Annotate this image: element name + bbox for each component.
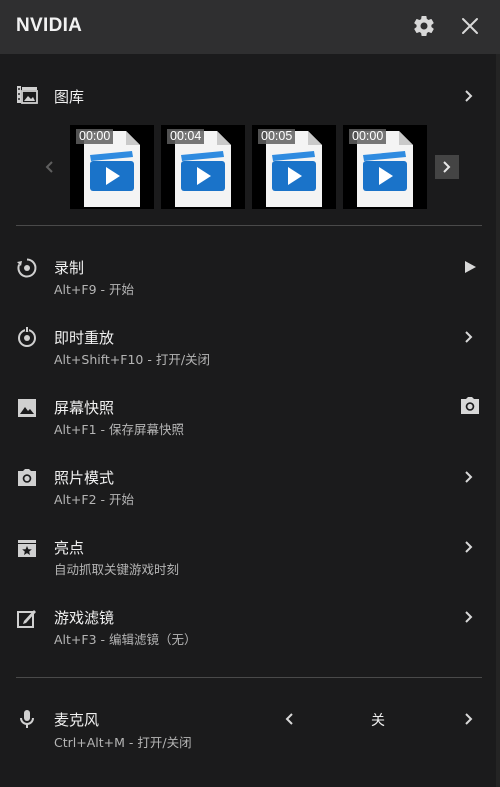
photo-mode-camera-icon	[16, 467, 38, 489]
screenshot-title[interactable]: 屏幕快照	[54, 397, 114, 418]
instant-replay-chevron-right-icon[interactable]	[462, 329, 476, 343]
header-bar: NVIDIA	[0, 0, 500, 54]
highlights-subtitle: 自动抓取关键游戏时刻	[54, 562, 180, 577]
photo-mode-shortcut: Alt+F2 - 开始	[54, 492, 134, 507]
microphone-prev-chevron-left-icon[interactable]	[282, 711, 296, 725]
divider	[16, 225, 482, 226]
gallery-thumbnail[interactable]: 00:04	[161, 125, 245, 209]
settings-gear-icon[interactable]	[412, 14, 436, 38]
gallery-chevron-right-icon[interactable]	[462, 88, 476, 102]
highlights-title[interactable]: 亮点	[54, 537, 84, 558]
photo-mode-title[interactable]: 照片模式	[54, 467, 114, 488]
gallery-icon	[16, 84, 38, 106]
gallery-thumbnail[interactable]: 00:05	[252, 125, 336, 209]
instant-replay-icon	[16, 327, 38, 349]
microphone-title: 麦克风	[54, 711, 100, 729]
highlights-chevron-right-icon[interactable]	[462, 539, 476, 553]
game-filter-shortcut: Alt+F3 - 编辑滤镜（无）	[54, 632, 197, 647]
app-title: NVIDIA	[16, 15, 83, 36]
gallery-prev-chevron-icon[interactable]	[42, 156, 58, 178]
gallery-thumbnail[interactable]: 00:00	[70, 125, 154, 209]
instant-replay-title[interactable]: 即时重放	[54, 327, 114, 348]
gallery-label[interactable]: 图库	[54, 86, 84, 107]
game-filter-chevron-right-icon[interactable]	[462, 609, 476, 623]
instant-replay-shortcut: Alt+Shift+F10 - 打开/关闭	[54, 352, 211, 367]
gallery-thumbnail[interactable]: 00:00	[343, 125, 427, 209]
thumbnail-duration: 00:04	[167, 129, 205, 144]
record-title[interactable]: 录制	[54, 257, 84, 278]
game-filter-icon	[16, 607, 38, 629]
close-icon[interactable]	[458, 14, 482, 38]
screenshot-shortcut: Alt+F1 - 保存屏幕快照	[54, 422, 184, 437]
record-shortcut: Alt+F9 - 开始	[54, 282, 134, 297]
highlights-icon	[16, 537, 38, 559]
microphone-shortcut: Ctrl+Alt+M - 打开/关闭	[54, 735, 192, 750]
screenshot-camera-icon[interactable]	[459, 396, 481, 416]
thumbnail-duration: 00:00	[349, 129, 387, 144]
microphone-next-chevron-right-icon[interactable]	[462, 711, 476, 725]
gallery-next-chevron-icon[interactable]	[435, 155, 459, 179]
microphone-state-value: 关	[371, 713, 385, 729]
screenshot-image-icon	[16, 397, 38, 419]
window-edge	[496, 0, 500, 787]
record-play-icon[interactable]	[463, 259, 477, 273]
thumbnail-duration: 00:00	[76, 129, 114, 144]
photo-mode-chevron-right-icon[interactable]	[462, 469, 476, 483]
thumbnail-duration: 00:05	[258, 129, 296, 144]
divider	[16, 677, 482, 678]
record-icon	[16, 257, 38, 279]
microphone-icon	[16, 708, 38, 730]
game-filter-title[interactable]: 游戏滤镜	[54, 607, 114, 628]
